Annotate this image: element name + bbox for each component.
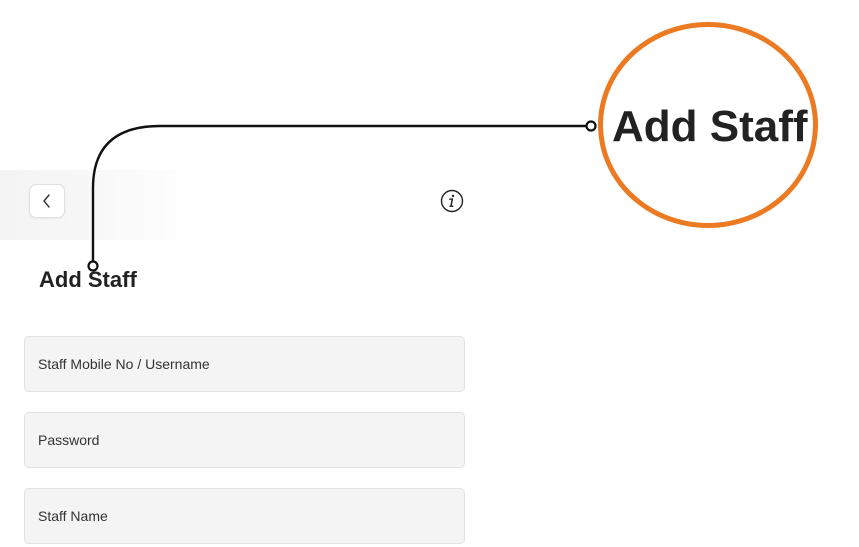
- screen: Add Staff Staff Mobile No / Username Pas…: [0, 0, 859, 547]
- password-placeholder: Password: [38, 432, 100, 448]
- password-input[interactable]: Password: [24, 412, 465, 468]
- staff-username-placeholder: Staff Mobile No / Username: [38, 356, 210, 372]
- chevron-left-icon: [43, 194, 50, 208]
- staff-name-input[interactable]: Staff Name: [24, 488, 465, 544]
- staff-username-input[interactable]: Staff Mobile No / Username: [24, 336, 465, 392]
- back-button[interactable]: [29, 184, 65, 218]
- info-icon[interactable]: [440, 189, 464, 213]
- zoom-callout: Add Staff: [598, 22, 818, 228]
- zoom-callout-text: Add Staff: [612, 102, 808, 151]
- page-title: Add Staff: [39, 267, 137, 292]
- staff-name-placeholder: Staff Name: [38, 508, 108, 524]
